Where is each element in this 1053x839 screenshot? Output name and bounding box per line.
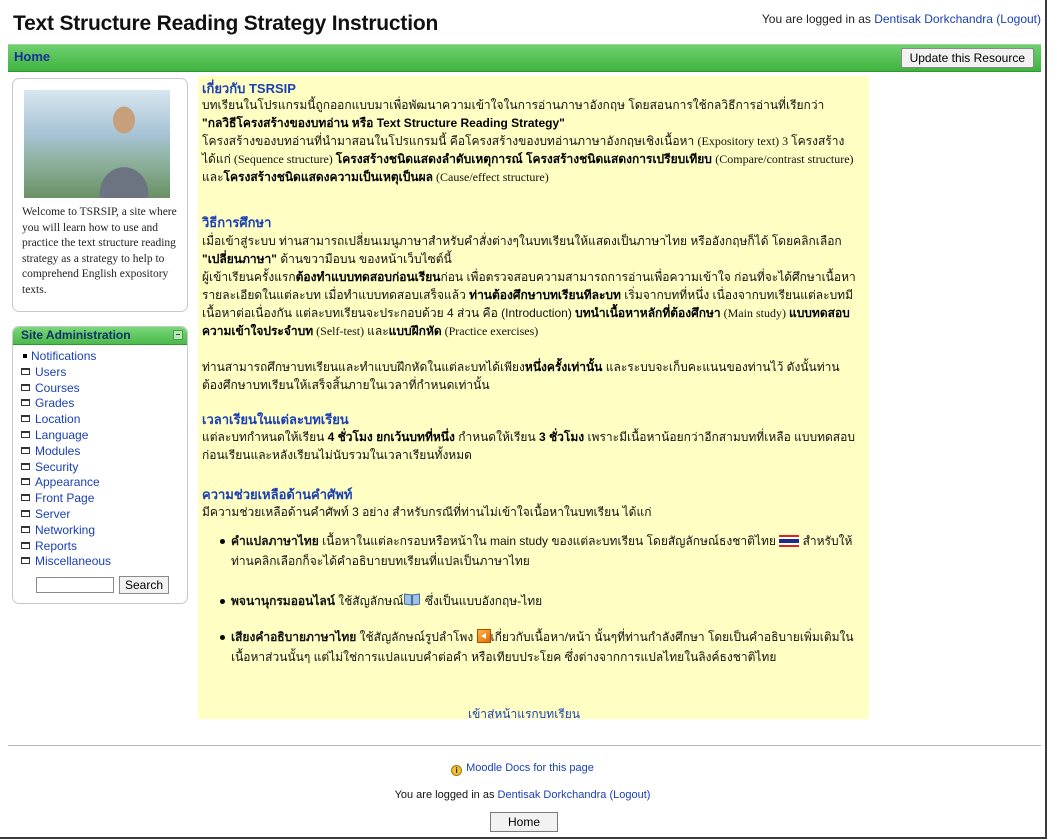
footer-user-profile-link[interactable]: Dentisak Dorkchandra [498,789,607,801]
folder-icon [21,399,30,407]
admin-item-users[interactable]: Users [21,365,66,380]
admin-item-label: Server [35,507,71,521]
bullet-dot [220,599,225,604]
vocab-item-dictionary: พจนานุกรมออนไลน์ ใช้สัญลักษณ์ ซึ่งเป็นแบ… [220,591,860,613]
admin-item-label: Notifications [31,349,97,363]
folder-icon [21,510,30,517]
vocab-item-translation: คำแปลภาษาไทย เนื้อหาในแต่ละกรอบหรือหน้าใ… [220,531,860,573]
admin-item-label: Language [35,428,89,442]
bullet-dot [220,635,225,640]
admin-item-label: Miscellaneous [35,554,112,569]
folder-icon [21,494,30,502]
folder-icon [21,541,30,549]
footer-login-info: You are logged in as Dentisak Dorkchandr… [0,789,1045,801]
time-paragraph: แต่ละบทกำหนดให้เรียน 4 ชั่วโมง ยกเว้นบทท… [202,430,855,462]
admin-item-label: Security [35,459,79,474]
admin-block-title: Site Administration [21,328,131,342]
admin-block-header: Site Administration [13,327,187,345]
resource-content: เกี่ยวกับ TSRSIP บทเรียนในโปรแกรมนี้ถูกอ… [198,76,869,719]
admin-item-server[interactable]: Server [21,507,70,522]
collapse-icon[interactable] [173,330,183,340]
speaker-icon[interactable] [476,629,491,643]
admin-item-label: Networking [35,522,96,537]
breadcrumb-home[interactable]: Home [14,49,50,64]
footer-home-button[interactable]: Home [490,812,558,832]
moodle-docs-row: i Moodle Docs for this page [0,762,1045,776]
bullet-dot [220,539,225,544]
study-paragraph-2: ผู้เข้าเรียนครั้งแรกต้องทำแบบทดสอบก่อนเร… [202,270,856,338]
admin-item-modules[interactable]: Modules [21,444,80,459]
footer-login-prefix: You are logged in as [394,789,495,801]
bullet-icon [23,354,27,358]
navbar: Home Update this Resource [8,44,1041,72]
admin-search-input[interactable] [36,577,114,593]
admin-item-label: Courses [35,380,80,395]
folder-icon [21,525,30,533]
study-paragraph-3: ท่านสามารถศึกษาบทเรียนและทำแบบฝึกหัดในแต… [202,360,840,392]
admin-item-label: Location [35,412,81,427]
folder-icon [21,446,30,454]
folder-icon [21,478,30,486]
update-resource-button[interactable]: Update this Resource [900,48,1034,68]
admin-search-button[interactable]: Search [119,576,169,594]
welcome-text: Welcome to TSRSIP, a site where you will… [22,206,177,296]
folder-icon [21,383,30,391]
vocab-item-audio: เสียงคำอธิบายภาษาไทย ใช้สัญลักษณ์รูปลำโพ… [220,627,860,689]
login-prefix: You are logged in as [761,12,871,26]
enter-lesson-link[interactable]: เข้าสู่หน้าแรกบทเรียน [468,705,580,719]
vocab-paragraph: มีความช่วยเหลือด้านคำศัพท์ 3 อย่าง สำหรั… [202,505,652,519]
admin-item-miscellaneous[interactable]: Miscellaneous [21,554,111,569]
user-profile-link[interactable]: Dentisak Dorkchandra [874,12,993,26]
about-paragraph-2: โครงสร้างของบทอ่านที่นำมาสอนในโปรแกรมนี้… [202,134,854,184]
logout-link[interactable]: (Logout) [996,12,1041,26]
folder-icon [21,431,30,438]
footer-divider [8,745,1041,746]
about-block: Welcome to TSRSIP, a site where you will… [12,78,188,312]
moodle-docs-link[interactable]: Moodle Docs for this page [466,762,594,774]
admin-item-label: Reports [35,538,78,553]
admin-item-label: Front Page [35,491,95,506]
footer-logout-link[interactable]: (Logout) [609,789,650,801]
profile-photo [24,90,170,198]
study-paragraph-1: เมื่อเข้าสู่ระบบ ท่านสามารถเปลี่ยนเมนูภา… [202,234,842,266]
folder-icon [21,367,30,375]
admin-item-label: Users [35,364,67,379]
about-paragraph-1: บทเรียนในโปรแกรมนี้ถูกออกแบบมาเพื่อพัฒนา… [202,98,825,130]
help-icon: i [451,765,463,776]
admin-item-appearance[interactable]: Appearance [21,475,100,490]
study-heading: วิธีการศึกษา [202,215,272,230]
admin-item-label: Modules [35,443,81,458]
admin-item-front-page[interactable]: Front Page [21,491,94,506]
site-title: Text Structure Reading Strategy Instruct… [13,12,439,35]
admin-item-networking[interactable]: Networking [21,523,95,538]
folder-icon [21,415,30,423]
admin-item-notifications[interactable]: Notifications [21,349,96,364]
dictionary-book-icon[interactable] [403,593,421,607]
admin-item-location[interactable]: Location [21,412,80,427]
time-heading: เวลาเรียนในแต่ละบทเรียน [202,412,349,427]
admin-item-label: Appearance [35,475,100,490]
folder-icon [21,557,30,565]
admin-item-reports[interactable]: Reports [21,539,77,554]
admin-item-grades[interactable]: Grades [21,396,74,411]
login-info: You are logged in as Dentisak Dorkchandr… [762,12,1041,26]
site-administration-block: Site Administration Notifications Users Co… [12,326,188,604]
admin-item-label: Grades [35,396,75,411]
admin-item-courses[interactable]: Courses [21,381,80,396]
vocab-heading: ความช่วยเหลือด้านคำศัพท์ [202,487,353,502]
thai-flag-icon[interactable] [779,535,800,547]
admin-item-language[interactable]: Language [21,428,88,443]
admin-item-security[interactable]: Security [21,460,78,475]
folder-icon [21,462,30,470]
